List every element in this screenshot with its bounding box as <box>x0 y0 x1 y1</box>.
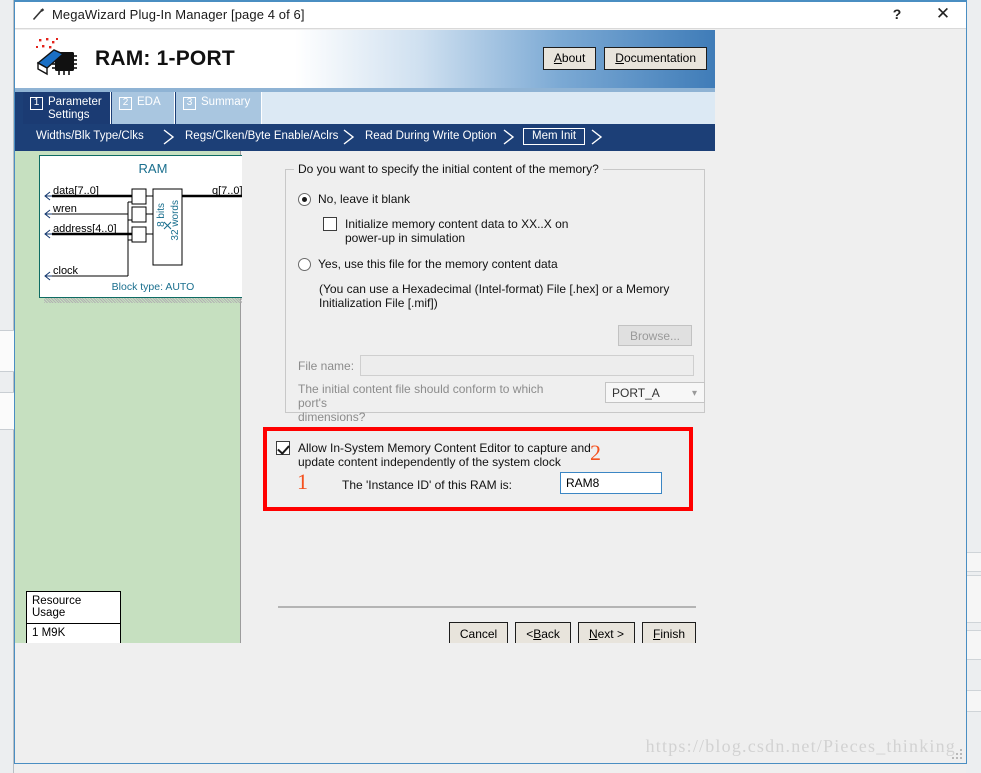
groupbox-title: Do you want to specify the initial conte… <box>294 162 603 176</box>
resource-usage-box: Resource Usage 1 M9K <box>26 591 121 644</box>
diagram-pin-address: address[4..0] <box>53 223 117 235</box>
chevron-right-icon <box>343 129 355 145</box>
checkbox-label: Allow In-System Memory Content Editor to… <box>298 441 591 469</box>
resize-grip-icon[interactable] <box>951 748 963 760</box>
background-window-row <box>0 392 14 430</box>
background-window-left <box>0 0 14 773</box>
dialog-lower-area: https://blog.csdn.net/Pieces_thinking <box>15 643 966 763</box>
chevron-right-icon <box>163 129 175 145</box>
about-button[interactable]: About <box>542 47 597 70</box>
tab-label: Parameter Settings <box>48 96 102 121</box>
tab-label: Summary <box>201 96 251 108</box>
breadcrumb-item-mem-init[interactable]: Mem Init <box>523 128 586 145</box>
window-title: MegaWizard Plug-In Manager [page 4 of 6] <box>52 6 305 22</box>
radio-indicator <box>298 258 311 271</box>
banner-buttons: About Documentation <box>542 47 707 70</box>
port-conform-label: The initial content file should conform … <box>298 382 544 424</box>
file-name-row: File name: <box>298 355 694 376</box>
title-bar: MegaWizard Plug-In Manager [page 4 of 6]… <box>15 0 966 29</box>
tab-eda[interactable]: 2 EDA <box>112 92 175 124</box>
radio-label: No, leave it blank <box>318 192 411 206</box>
tab-bar-filler <box>262 92 715 124</box>
diagram-pin-clock: clock <box>53 265 79 277</box>
diagram-pin-wren: wren <box>53 203 77 215</box>
main-content: Do you want to specify the initial conte… <box>242 151 715 646</box>
annotation-marker-1: 1 <box>297 469 308 494</box>
checkbox-allow-isme[interactable]: Allow In-System Memory Content Editor to… <box>276 441 676 469</box>
file-name-label: File name: <box>298 358 355 373</box>
checkbox-initialize-xx[interactable]: Initialize memory content data to XX..X … <box>323 217 568 245</box>
help-button[interactable]: ? <box>874 0 920 28</box>
chevron-right-icon <box>591 129 603 145</box>
symbol-preview-panel: RAM data[7..0] wren address[4..0] clock … <box>15 151 272 644</box>
instance-id-label: The 'Instance ID' of this RAM is: <box>342 478 512 492</box>
background-window-row <box>966 690 981 712</box>
wizard-wand-icon <box>27 7 49 21</box>
wizard-tab-bar: 1 Parameter Settings 2 EDA 3 Summary <box>15 92 715 124</box>
tab-number: 1 <box>30 97 43 110</box>
checkbox-indicator <box>276 441 290 455</box>
radio-indicator <box>298 193 311 206</box>
diagram-pin-q: q[7..0] <box>212 185 243 197</box>
resource-usage-header: Resource Usage <box>27 592 120 624</box>
radio-label: Yes, use this file for the memory conten… <box>318 257 558 271</box>
diagram-mem-bits: 8 bits <box>156 203 167 227</box>
megawizard-chip-icon <box>33 37 81 81</box>
page-title: RAM: 1-PORT <box>95 47 235 70</box>
megawizard-dialog: MegaWizard Plug-In Manager [page 4 of 6]… <box>14 0 967 764</box>
tab-number: 3 <box>183 97 196 110</box>
background-window-row <box>966 552 981 572</box>
tab-label: EDA <box>137 96 161 108</box>
breadcrumb-item-widths[interactable]: Widths/Blk Type/Clks <box>36 130 144 142</box>
annotation-marker-2: 2 <box>590 440 601 465</box>
background-window-row <box>966 575 981 623</box>
background-window-row <box>966 630 981 660</box>
documentation-button[interactable]: Documentation <box>604 47 707 70</box>
breadcrumb-item-regs[interactable]: Regs/Clken/Byte Enable/Aclrs <box>185 130 338 142</box>
ram-block-diagram: RAM data[7..0] wren address[4..0] clock … <box>39 155 267 298</box>
browse-button[interactable]: Browse... <box>618 325 692 346</box>
tab-summary[interactable]: 3 Summary <box>176 92 262 124</box>
chevron-down-icon: ▾ <box>691 388 697 399</box>
footer-divider <box>278 606 696 608</box>
memory-init-groupbox: Do you want to specify the initial conte… <box>285 162 705 424</box>
chevron-right-icon <box>503 129 515 145</box>
file-format-hint: (You can use a Hexadecimal (Intel-format… <box>319 282 670 310</box>
diagram-pin-data: data[7..0] <box>53 185 99 197</box>
port-dimension-select[interactable]: PORT_A ▾ <box>605 382 705 403</box>
checkbox-label: Initialize memory content data to XX..X … <box>345 217 569 245</box>
close-icon[interactable]: ✕ <box>920 0 966 28</box>
background-window-right <box>966 0 981 773</box>
breadcrumb: Widths/Blk Type/Clks Regs/Clken/Byte Ena… <box>15 124 715 151</box>
checkbox-indicator <box>323 217 337 231</box>
diagram-mem-words: 32 words <box>170 200 181 241</box>
watermark-text: https://blog.csdn.net/Pieces_thinking <box>645 736 956 756</box>
tab-number: 2 <box>119 97 132 110</box>
product-banner: RAM: 1-PORT About Documentation <box>15 30 715 88</box>
tab-parameter-settings[interactable]: 1 Parameter Settings <box>23 92 111 124</box>
radio-yes-use-file[interactable]: Yes, use this file for the memory conten… <box>298 257 558 271</box>
background-window-row <box>0 330 14 372</box>
radio-no-leave-blank[interactable]: No, leave it blank <box>298 192 410 206</box>
resource-usage-value: 1 M9K <box>32 627 66 639</box>
title-bar-accent <box>15 0 966 2</box>
port-select-value: PORT_A <box>612 385 660 400</box>
in-system-memory-editor-highlight: Allow In-System Memory Content Editor to… <box>263 427 693 511</box>
instance-id-input[interactable]: RAM8 <box>560 472 662 494</box>
diagram-block-type: Block type: AUTO <box>111 281 195 293</box>
breadcrumb-item-rdw[interactable]: Read During Write Option <box>365 130 496 142</box>
file-name-input[interactable] <box>360 355 694 376</box>
